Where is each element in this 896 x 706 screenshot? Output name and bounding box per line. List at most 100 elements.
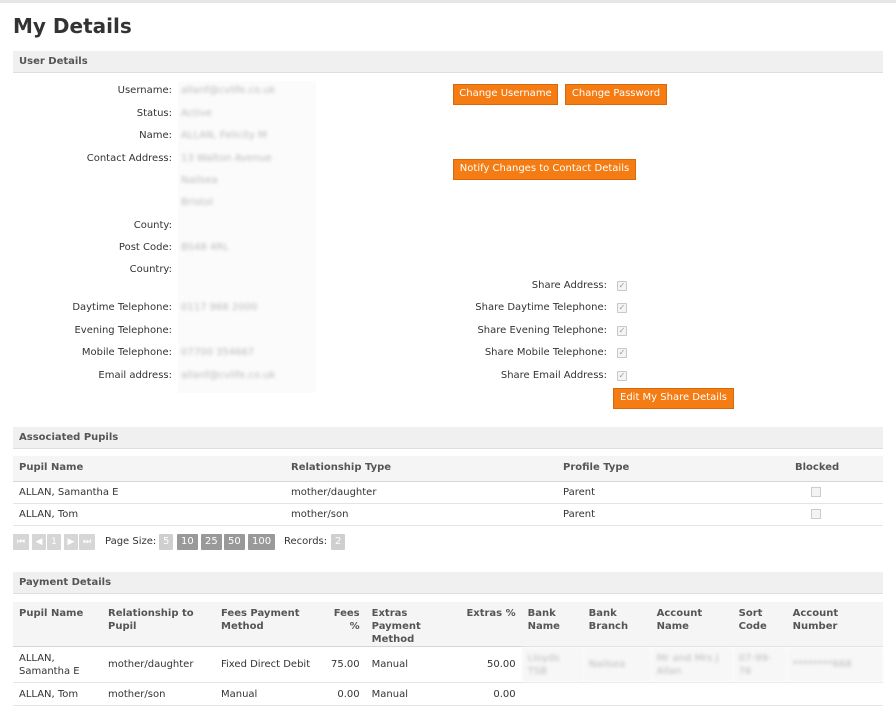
pupil-name-cell: ALLAN, Tom (13, 503, 285, 526)
fees-percent-cell: 0.00 (325, 682, 366, 706)
name-value: ALLAN, Felicity M (181, 130, 267, 141)
col-sort-code[interactable]: Sort Code (732, 602, 787, 647)
fees-percent-cell: 75.00 (325, 646, 366, 683)
records-count: 2 (331, 534, 346, 550)
records-label: Records: (284, 536, 328, 547)
col-blocked[interactable]: Blocked (789, 456, 883, 482)
col-profile-type[interactable]: Profile Type (557, 456, 789, 482)
payment-details-table: Pupil Name Relationship to Pupil Fees Pa… (13, 602, 883, 706)
share-address-label: Share Address: (531, 280, 607, 291)
extras-percent-cell: 0.00 (445, 682, 522, 706)
first-page-icon[interactable]: ⏮ (13, 534, 29, 550)
share-mobile-telephone-label: Share Mobile Telephone: (484, 347, 607, 358)
user-details-header: User Details (13, 51, 883, 73)
pupil-name-cell: ALLAN, Samantha E (13, 481, 285, 504)
blocked-checkbox[interactable] (811, 487, 821, 497)
country-label: Country: (129, 264, 172, 275)
sort-code-cell (732, 682, 787, 706)
sort-code-cell: 07-99-76 (732, 646, 787, 683)
page-title: My Details (13, 14, 132, 38)
pager: ⏮ ◀ 1 ▶ ⏭ Page Size: 5 10 25 50 100 Reco… (13, 534, 513, 551)
fees-method-cell: Fixed Direct Debit (215, 646, 325, 683)
contact-address-label: Contact Address: (86, 153, 172, 164)
relationship-cell: mother/daughter (285, 481, 557, 504)
page-size-50[interactable]: 50 (224, 534, 245, 550)
share-mobile-telephone-checkbox[interactable]: ✓ (617, 348, 627, 358)
name-label: Name: (139, 130, 172, 141)
edit-share-details-button[interactable]: Edit My Share Details (613, 388, 734, 409)
col-relationship-type[interactable]: Relationship Type (285, 456, 557, 482)
page-size-label: Page Size: (105, 536, 157, 547)
county-label: County: (133, 220, 172, 231)
share-email-address-checkbox[interactable]: ✓ (617, 371, 627, 381)
page-size-100[interactable]: 100 (248, 534, 276, 550)
account-name-cell (650, 682, 733, 706)
payment-details-header: Payment Details (13, 572, 883, 594)
blocked-cell (789, 503, 883, 526)
share-address-checkbox[interactable]: ✓ (617, 281, 627, 291)
profile-cell: Parent (557, 503, 789, 526)
share-daytime-telephone-checkbox[interactable]: ✓ (617, 303, 627, 313)
associated-pupils-header: Associated Pupils (13, 427, 883, 449)
next-page-icon[interactable]: ▶ (64, 534, 78, 550)
table-header-row: Pupil Name Relationship to Pupil Fees Pa… (13, 602, 883, 647)
notify-changes-button[interactable]: Notify Changes to Contact Details (453, 159, 636, 180)
mobile-telephone-label: Mobile Telephone: (81, 347, 172, 358)
table-header-row: Pupil Name Relationship Type Profile Typ… (13, 456, 883, 482)
profile-cell: Parent (557, 481, 789, 504)
address-line-1: 13 Walton Avenue (181, 153, 272, 164)
page-size-10[interactable]: 10 (177, 534, 198, 550)
col-bank-name[interactable]: Bank Name (521, 602, 583, 647)
change-username-button[interactable]: Change Username (453, 84, 558, 105)
account-number-cell (786, 682, 883, 706)
share-daytime-telephone-label: Share Daytime Telephone: (475, 302, 607, 313)
share-email-address-label: Share Email Address: (500, 370, 607, 381)
share-evening-telephone-label: Share Evening Telephone: (477, 325, 607, 336)
last-page-icon[interactable]: ⏭ (79, 534, 95, 550)
col-relationship-to-pupil[interactable]: Relationship to Pupil (102, 602, 215, 647)
col-fees-payment-method[interactable]: Fees Payment Method (215, 602, 325, 647)
col-account-name[interactable]: Account Name (650, 602, 733, 647)
extras-method-cell: Manual (365, 646, 446, 683)
relationship-cell: mother/son (102, 682, 215, 706)
table-row[interactable]: ALLAN, Samantha E mother/daughter Parent (13, 481, 883, 504)
mobile-telephone-value: 07700 354667 (181, 347, 255, 358)
post-code-label: Post Code: (118, 242, 172, 253)
share-evening-telephone-checkbox[interactable]: ✓ (617, 326, 627, 336)
page-size-25[interactable]: 25 (201, 534, 222, 550)
col-pupil-name[interactable]: Pupil Name (13, 456, 285, 482)
post-code-value: BS48 4RL (181, 242, 229, 253)
top-border (0, 0, 896, 3)
blocked-cell (789, 481, 883, 504)
table-row[interactable]: ALLAN, Tom mother/son Manual 0.00 Manual… (13, 682, 883, 706)
pupil-name-cell: ALLAN, Tom (13, 682, 102, 706)
col-pupil-name[interactable]: Pupil Name (13, 602, 102, 647)
prev-page-icon[interactable]: ◀ (32, 534, 46, 550)
page-size-5[interactable]: 5 (159, 534, 174, 550)
extras-percent-cell: 50.00 (445, 646, 522, 683)
fees-method-cell: Manual (215, 682, 325, 706)
change-password-button[interactable]: Change Password (565, 84, 667, 105)
col-bank-branch[interactable]: Bank Branch (582, 602, 651, 647)
address-line-3: Bristol (181, 197, 213, 208)
account-name-cell: Mr and Mrs J Allan (650, 646, 733, 683)
bank-branch-cell (582, 682, 651, 706)
pupil-name-cell: ALLAN, Samantha E (13, 646, 102, 683)
extras-method-cell: Manual (365, 682, 446, 706)
table-row[interactable]: ALLAN, Tom mother/son Parent (13, 503, 883, 526)
blocked-checkbox[interactable] (811, 509, 821, 519)
account-number-cell: ********668 (786, 646, 883, 683)
col-extras-payment-method[interactable]: Extras Payment Method (365, 602, 446, 647)
page-number-current[interactable]: 1 (47, 534, 61, 550)
associated-pupils-table: Pupil Name Relationship Type Profile Typ… (13, 456, 883, 526)
bank-name-cell: Lloyds TSB (521, 646, 583, 683)
col-fees-percent[interactable]: Fees % (325, 602, 366, 647)
email-address-label: Email address: (98, 370, 172, 381)
email-address-value: allanf@cvlife.co.uk (181, 370, 276, 381)
table-row[interactable]: ALLAN, Samantha E mother/daughter Fixed … (13, 646, 883, 683)
relationship-cell: mother/son (285, 503, 557, 526)
col-account-number[interactable]: Account Number (786, 602, 883, 647)
col-extras-percent[interactable]: Extras % (445, 602, 522, 647)
daytime-telephone-value: 0117 968 2000 (181, 302, 258, 313)
daytime-telephone-label: Daytime Telephone: (72, 302, 172, 313)
